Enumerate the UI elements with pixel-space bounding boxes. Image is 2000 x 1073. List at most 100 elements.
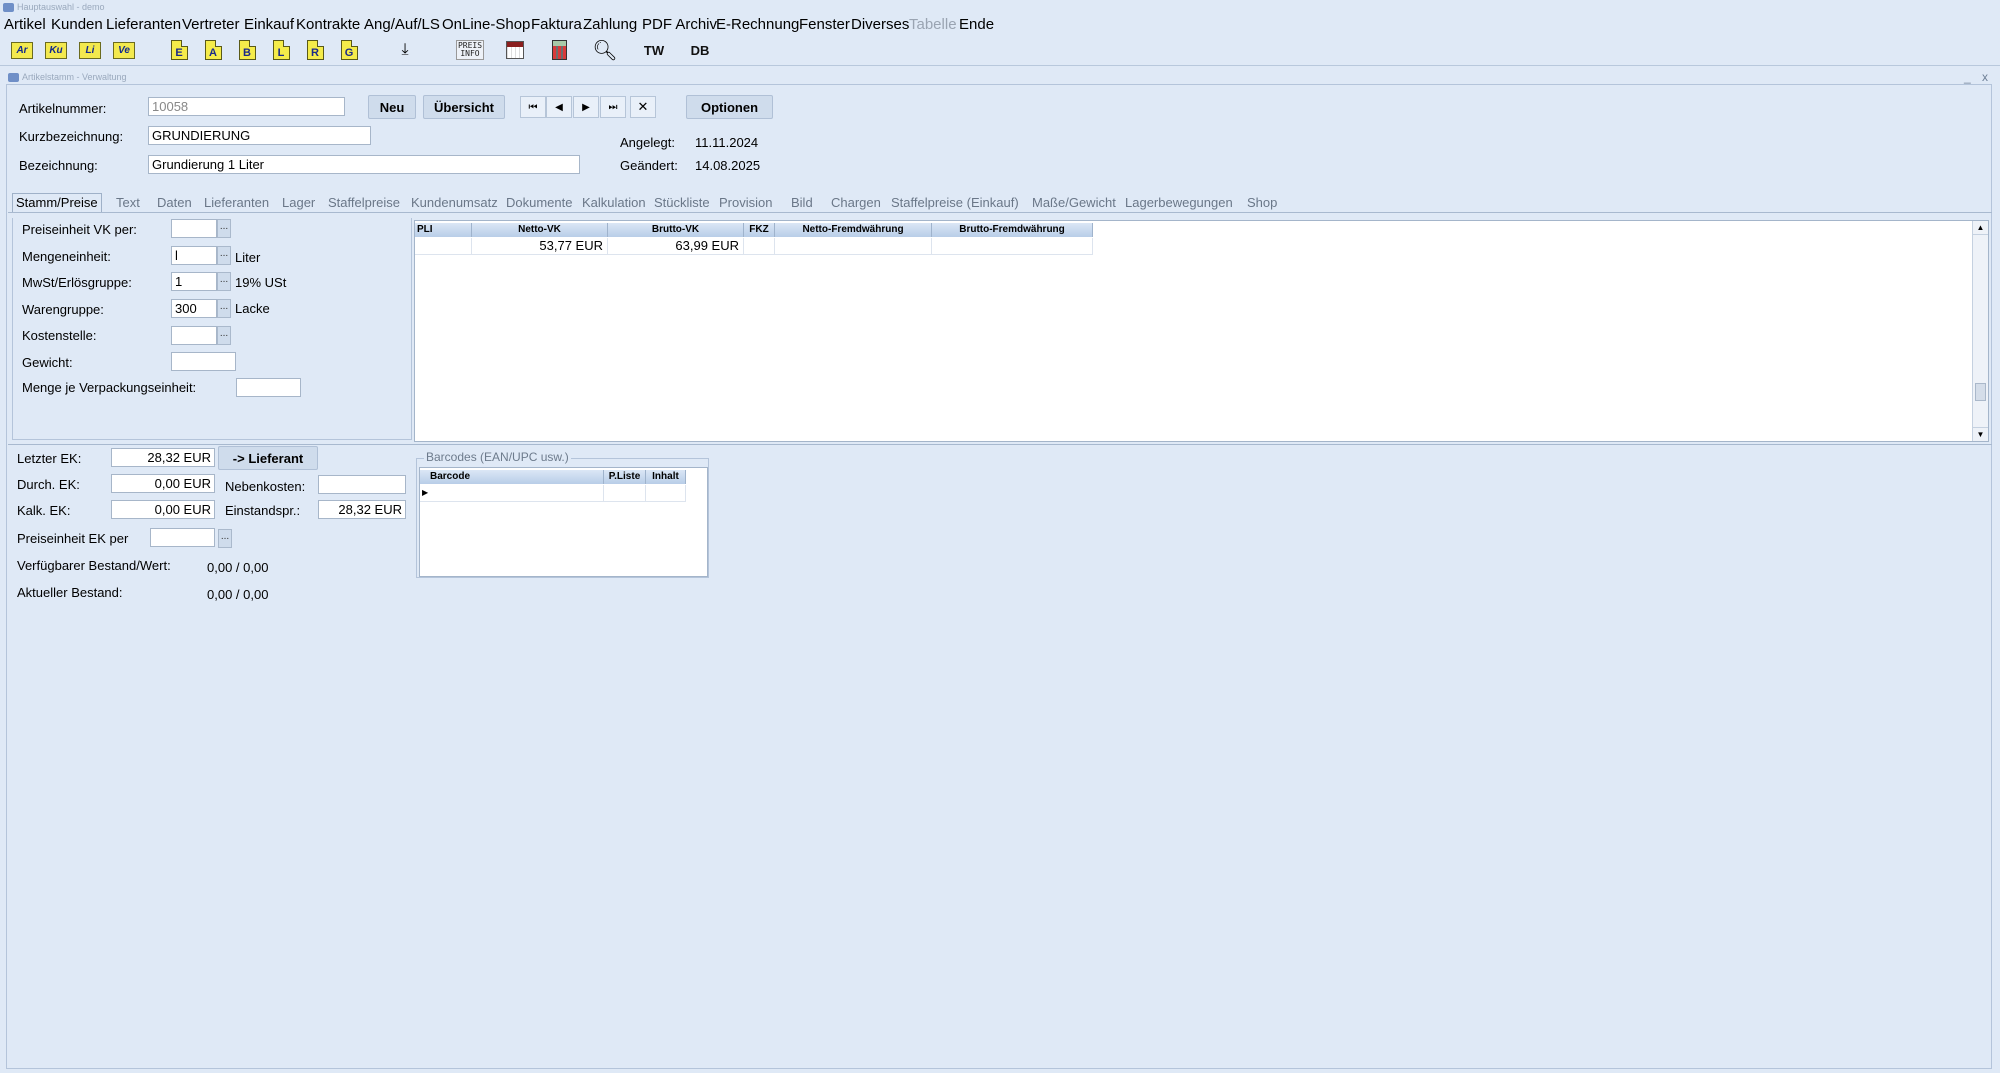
einstandspreis-field[interactable]: 28,32 EUR [318, 500, 406, 519]
tab-lager[interactable]: Lager [282, 195, 315, 210]
menu-lieferanten[interactable]: Lieferanten [106, 16, 181, 34]
mengeneinheit-lookup-button[interactable]: ... [217, 246, 231, 265]
price-table-scrollbar[interactable]: ▲ ▼ [1972, 221, 1988, 441]
menge-verpackung-field[interactable] [236, 378, 301, 397]
tab-bild[interactable]: Bild [791, 195, 813, 210]
menu-pdf-archiv[interactable]: PDF Archiv [642, 16, 717, 34]
lieferant-button[interactable]: -> Lieferant [218, 446, 318, 470]
tab-staffelpreise-einkauf[interactable]: Staffelpreise (Einkauf) [891, 195, 1019, 210]
price-col-brutto-vk[interactable]: Brutto-VK [608, 223, 744, 237]
doc-g-button[interactable]: G [336, 37, 362, 63]
tab-kundenumsatz[interactable]: Kundenumsatz [411, 195, 498, 210]
preiseinheit-ek-lookup-button[interactable]: ... [218, 529, 232, 548]
doc-r-button[interactable]: R [302, 37, 328, 63]
mwst-lookup-button[interactable]: ... [217, 272, 231, 291]
close-window-button[interactable]: x [1982, 70, 1988, 84]
doc-b-button[interactable]: B [234, 37, 260, 63]
artikelnummer-field[interactable]: 10058 [148, 97, 345, 116]
tab-text[interactable]: Text [116, 195, 140, 210]
table-cell[interactable]: 53,77 EUR [472, 238, 608, 255]
doc-l-button[interactable]: L [268, 37, 294, 63]
menu-faktura[interactable]: Faktura [531, 16, 582, 34]
menu-diverses[interactable]: Diverses [851, 16, 909, 34]
kostenstelle-field[interactable] [171, 326, 217, 345]
next-record-button[interactable]: ▶ [573, 96, 599, 118]
menu-kunden[interactable]: Kunden [51, 16, 103, 34]
letzter-ek-field[interactable]: 28,32 EUR [111, 448, 215, 467]
warengruppe-field[interactable]: 300 [171, 299, 217, 318]
table-cell[interactable] [415, 238, 472, 255]
table-cell[interactable] [775, 238, 932, 255]
doc-a-button[interactable]: A [200, 37, 226, 63]
menu-vertreter[interactable]: Vertreter [182, 16, 240, 34]
barcode-col-pliste[interactable]: P.Liste [604, 470, 646, 484]
preiseinheit-ek-field[interactable] [150, 528, 215, 547]
last-record-button[interactable]: ⏭ [600, 96, 626, 118]
search-button[interactable]: 🔍︎ [592, 37, 618, 63]
kurzbezeichnung-field[interactable]: GRUNDIERUNG [148, 126, 371, 145]
menu-online-shop[interactable]: OnLine-Shop [442, 16, 530, 34]
tab-daten[interactable]: Daten [157, 195, 192, 210]
neu-button[interactable]: Neu [368, 95, 416, 119]
preiseinheit-vk-field[interactable] [171, 219, 217, 238]
price-table[interactable]: PLI Netto-VK Brutto-VK FKZ Netto-Fremdwä… [414, 220, 1989, 442]
price-col-pli[interactable]: PLI [415, 223, 472, 237]
scroll-thumb[interactable] [1975, 383, 1986, 401]
minimize-button[interactable]: _ [1964, 70, 1971, 84]
kunden-tool-button[interactable]: Ku [43, 37, 69, 63]
tab-chargen[interactable]: Chargen [831, 195, 881, 210]
table-cell[interactable] [646, 485, 686, 502]
nebenkosten-field[interactable] [318, 475, 406, 494]
menu-ende[interactable]: Ende [959, 16, 994, 34]
download-button[interactable]: ⤓ [392, 37, 418, 63]
kalk-ek-field[interactable]: 0,00 EUR [111, 500, 215, 519]
tab-stamm-preise[interactable]: Stamm/Preise [12, 193, 102, 212]
calendar-button[interactable] [502, 37, 528, 63]
tab-masse-gewicht[interactable]: Maße/Gewicht [1032, 195, 1116, 210]
doc-e-button[interactable]: E [166, 37, 192, 63]
db-button[interactable]: DB [686, 37, 714, 63]
menu-fenster[interactable]: Fenster [799, 16, 850, 34]
gewicht-field[interactable] [171, 352, 236, 371]
price-col-brutto-fremd[interactable]: Brutto-Fremdwährung [932, 223, 1093, 237]
price-col-fkz[interactable]: FKZ [744, 223, 775, 237]
menu-ang-auf-ls[interactable]: Ang/Auf/LS [364, 16, 440, 34]
vertreter-tool-button[interactable]: Ve [111, 37, 137, 63]
warengruppe-lookup-button[interactable]: ... [217, 299, 231, 318]
tab-dokumente[interactable]: Dokumente [506, 195, 572, 210]
calculator-button[interactable] [546, 37, 572, 63]
price-col-netto-fremd[interactable]: Netto-Fremdwährung [775, 223, 932, 237]
barcode-col-barcode[interactable]: Barcode [420, 470, 604, 484]
tab-kalkulation[interactable]: Kalkulation [582, 195, 646, 210]
barcodes-table[interactable]: Barcode P.Liste Inhalt ▶ [419, 467, 708, 577]
menu-kontrakte[interactable]: Kontrakte [296, 16, 360, 34]
table-cell[interactable] [744, 238, 775, 255]
tab-stueckliste[interactable]: Stückliste [654, 195, 710, 210]
tab-lieferanten[interactable]: Lieferanten [204, 195, 269, 210]
preis-info-button[interactable]: PREIS INFO [455, 37, 485, 63]
tab-provision[interactable]: Provision [719, 195, 772, 210]
scroll-down-icon[interactable]: ▼ [1973, 427, 1988, 441]
mengeneinheit-field[interactable]: l [171, 246, 217, 265]
durch-ek-field[interactable]: 0,00 EUR [111, 474, 215, 493]
menu-einkauf[interactable]: Einkauf [244, 16, 294, 34]
table-cell[interactable] [604, 485, 646, 502]
table-cell[interactable] [932, 238, 1093, 255]
table-cell[interactable]: 63,99 EUR [608, 238, 744, 255]
scroll-up-icon[interactable]: ▲ [1973, 221, 1988, 235]
tab-shop[interactable]: Shop [1247, 195, 1277, 210]
prev-record-button[interactable]: ◀ [546, 96, 572, 118]
first-record-button[interactable]: ⏮ [520, 96, 546, 118]
mwst-field[interactable]: 1 [171, 272, 217, 291]
cancel-record-button[interactable]: ✕ [630, 96, 656, 118]
uebersicht-button[interactable]: Übersicht [423, 95, 505, 119]
tw-button[interactable]: TW [640, 37, 668, 63]
table-row-indicator[interactable]: ▶ [420, 485, 604, 502]
tab-staffelpreise[interactable]: Staffelpreise [328, 195, 400, 210]
kostenstelle-lookup-button[interactable]: ... [217, 326, 231, 345]
bezeichnung-field[interactable]: Grundierung 1 Liter [148, 155, 580, 174]
lieferanten-tool-button[interactable]: Li [77, 37, 103, 63]
menu-zahlung[interactable]: Zahlung [583, 16, 637, 34]
barcode-col-inhalt[interactable]: Inhalt [646, 470, 686, 484]
optionen-button[interactable]: Optionen [686, 95, 773, 119]
